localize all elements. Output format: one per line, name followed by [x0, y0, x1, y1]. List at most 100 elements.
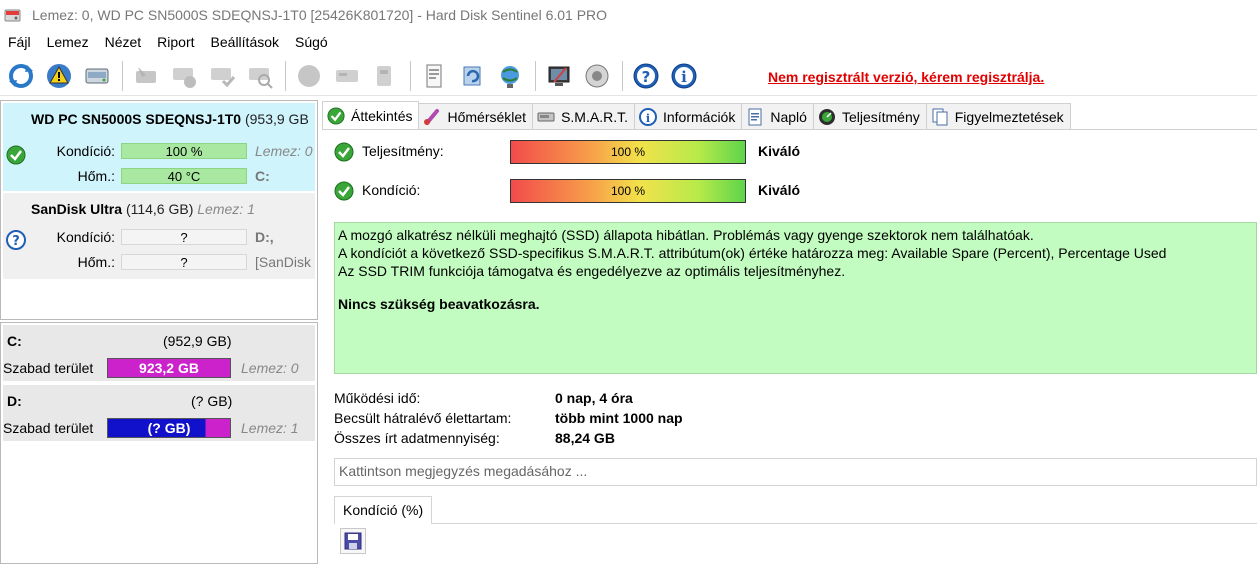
volume-disk-ref: Lemez: 0: [241, 360, 299, 376]
tab-information[interactable]: i Információk: [633, 103, 743, 129]
stat-value: 0 nap, 4 óra: [555, 390, 633, 406]
performance-bar: 100 %: [510, 140, 746, 164]
tab-performance[interactable]: Teljesítmény: [812, 103, 927, 129]
svg-text:i: i: [646, 112, 650, 125]
help-icon[interactable]: ?: [629, 59, 663, 93]
free-space-label: Szabad terület: [3, 360, 94, 376]
settings-icon[interactable]: [542, 59, 576, 93]
tab-log[interactable]: Napló: [741, 103, 814, 129]
stat-label: Összes írt adatmennyiség:: [334, 430, 500, 446]
disk-extra: [SanDisk: [255, 254, 312, 270]
tab-alerts[interactable]: Figyelmeztetések: [925, 103, 1071, 129]
summary-line: Az SSD TRIM funkciója támogatva és enged…: [338, 263, 846, 279]
tab-smart[interactable]: S.M.A.R.T.: [532, 103, 635, 129]
tab-label: Figyelmeztetések: [954, 108, 1064, 125]
volume-item-c[interactable]: C: (952,9 GB) Szabad terület 923,2 GB Le…: [3, 325, 315, 381]
network-icon[interactable]: [493, 59, 527, 93]
log-icon: [746, 108, 764, 126]
tab-label: Áttekintés: [351, 107, 413, 124]
status-summary: A mozgó alkatrész nélküli meghajtó (SSD)…: [334, 222, 1257, 374]
tab-overview[interactable]: Áttekintés: [322, 101, 420, 129]
gauge-icon: [818, 108, 836, 126]
menu-help[interactable]: Súgó: [287, 34, 336, 50]
temp-label: Hőm.:: [77, 254, 115, 270]
summary-line: A kondíciót a következő SSD-specifikus S…: [338, 245, 1167, 261]
tab-bar: Áttekintés Hőmérséklet S.M.A.R.T. i Info…: [322, 101, 1257, 130]
volume-list: C: (952,9 GB) Szabad terület 923,2 GB Le…: [0, 322, 318, 564]
main-panel: Áttekintés Hőmérséklet S.M.A.R.T. i Info…: [322, 100, 1257, 564]
volume-name: D:: [7, 393, 22, 409]
save-icon[interactable]: [340, 528, 366, 554]
chart-tab-bar: Kondíció (%): [334, 496, 1257, 524]
left-panel: WD PC SN5000S SDEQNSJ-1T0 (953,9 GB Kond…: [0, 100, 318, 564]
tab-label: Napló: [770, 108, 807, 125]
summary-line: A mozgó alkatrész nélküli meghajtó (SSD)…: [338, 227, 1034, 243]
disk-model: SanDisk Ultra: [31, 201, 123, 217]
performance-label: Teljesítmény:: [362, 143, 444, 159]
menu-view[interactable]: Nézet: [97, 34, 150, 50]
note-field[interactable]: Kattintson megjegyzés megadásához ...: [334, 458, 1257, 486]
svg-text:?: ?: [642, 68, 651, 86]
tab-label: Hőmérséklet: [447, 108, 527, 125]
disk-test-icon[interactable]: [167, 59, 201, 93]
drive-letter: C:: [255, 168, 270, 184]
check-ok-icon: [327, 106, 345, 125]
title-bar: Lemez: 0, WD PC SN5000S SDEQNSJ-1T0 [254…: [0, 0, 1257, 30]
stat-value: több mint 1000 nap: [555, 410, 683, 426]
temp-label: Hőm.:: [77, 168, 115, 184]
check-ok-icon: [334, 142, 354, 162]
free-space-bar: 923,2 GB: [107, 358, 231, 378]
disk-item-sandisk[interactable]: SanDisk Ultra (114,6 GB) Lemez: 1 ? Kond…: [3, 193, 315, 279]
volume-disk-ref: Lemez: 1: [241, 420, 299, 436]
app-logo-icon: [4, 7, 22, 23]
disk-item-wd[interactable]: WD PC SN5000S SDEQNSJ-1T0 (953,9 GB Kond…: [3, 103, 315, 191]
disk-capacity: (114,6 GB): [125, 201, 194, 217]
tab-health-chart[interactable]: Kondíció (%): [334, 496, 433, 524]
menu-settings[interactable]: Beállítások: [203, 34, 287, 50]
stat-label: Becsült hátralévő élettartam:: [334, 410, 512, 426]
health-label: Kondíció:: [362, 182, 421, 198]
svg-text:i: i: [681, 68, 687, 86]
health-bar: 100 %: [121, 143, 247, 159]
free-space-bar: (? GB): [107, 418, 231, 438]
menu-disk[interactable]: Lemez: [39, 34, 97, 50]
health-bar: ?: [121, 229, 247, 245]
stat-value: 88,24 GB: [555, 430, 615, 446]
menu-bar: Fájl Lemez Nézet Riport Beállítások Súgó: [0, 30, 1257, 54]
performance-rating: Kiváló: [758, 143, 801, 159]
window-title: Lemez: 0, WD PC SN5000S SDEQNSJ-1T0 [254…: [32, 7, 608, 23]
acoustic-icon[interactable]: [330, 59, 364, 93]
update-icon[interactable]: [455, 59, 489, 93]
sleep-icon[interactable]: [292, 59, 326, 93]
menu-file[interactable]: Fájl: [0, 34, 39, 50]
temp-bar: 40 °C: [121, 168, 247, 184]
summary-conclusion: Nincs szükség beavatkozásra.: [338, 296, 540, 312]
disk-ref: Lemez: 0: [255, 143, 313, 159]
disk-search-icon[interactable]: [243, 59, 277, 93]
check-ok-icon: [334, 181, 354, 201]
menu-report[interactable]: Riport: [149, 34, 202, 50]
alerts-icon: [931, 108, 949, 126]
free-space-label: Szabad terület: [3, 420, 94, 436]
health-label: Kondíció:: [56, 229, 115, 245]
tab-temperature[interactable]: Hőmérséklet: [418, 103, 534, 129]
disk-icon[interactable]: [80, 59, 114, 93]
disk-tools-icon[interactable]: [129, 59, 163, 93]
refresh-icon[interactable]: [4, 59, 38, 93]
info-icon[interactable]: i: [667, 59, 701, 93]
toolbar-separator: [285, 60, 286, 91]
sound-icon[interactable]: [580, 59, 614, 93]
drive-icon[interactable]: [368, 59, 402, 93]
report-icon[interactable]: [417, 59, 451, 93]
disk-check-icon[interactable]: [205, 59, 239, 93]
alert-refresh-icon[interactable]: [42, 59, 76, 93]
register-link[interactable]: Nem regisztrált verzió, kérem regisztrál…: [768, 69, 1044, 85]
volume-item-d[interactable]: D: (? GB) Szabad terület (? GB) Lemez: 1: [3, 385, 315, 441]
info-icon: i: [638, 107, 657, 126]
disk-icon: [537, 108, 555, 126]
disk-name: SanDisk Ultra (114,6 GB) Lemez: 1: [31, 201, 255, 217]
disk-name: WD PC SN5000S SDEQNSJ-1T0 (953,9 GB: [31, 111, 309, 127]
volume-size: (952,9 GB): [163, 333, 232, 349]
health-label: Kondíció:: [56, 143, 115, 159]
volume-size: (? GB): [191, 393, 233, 409]
